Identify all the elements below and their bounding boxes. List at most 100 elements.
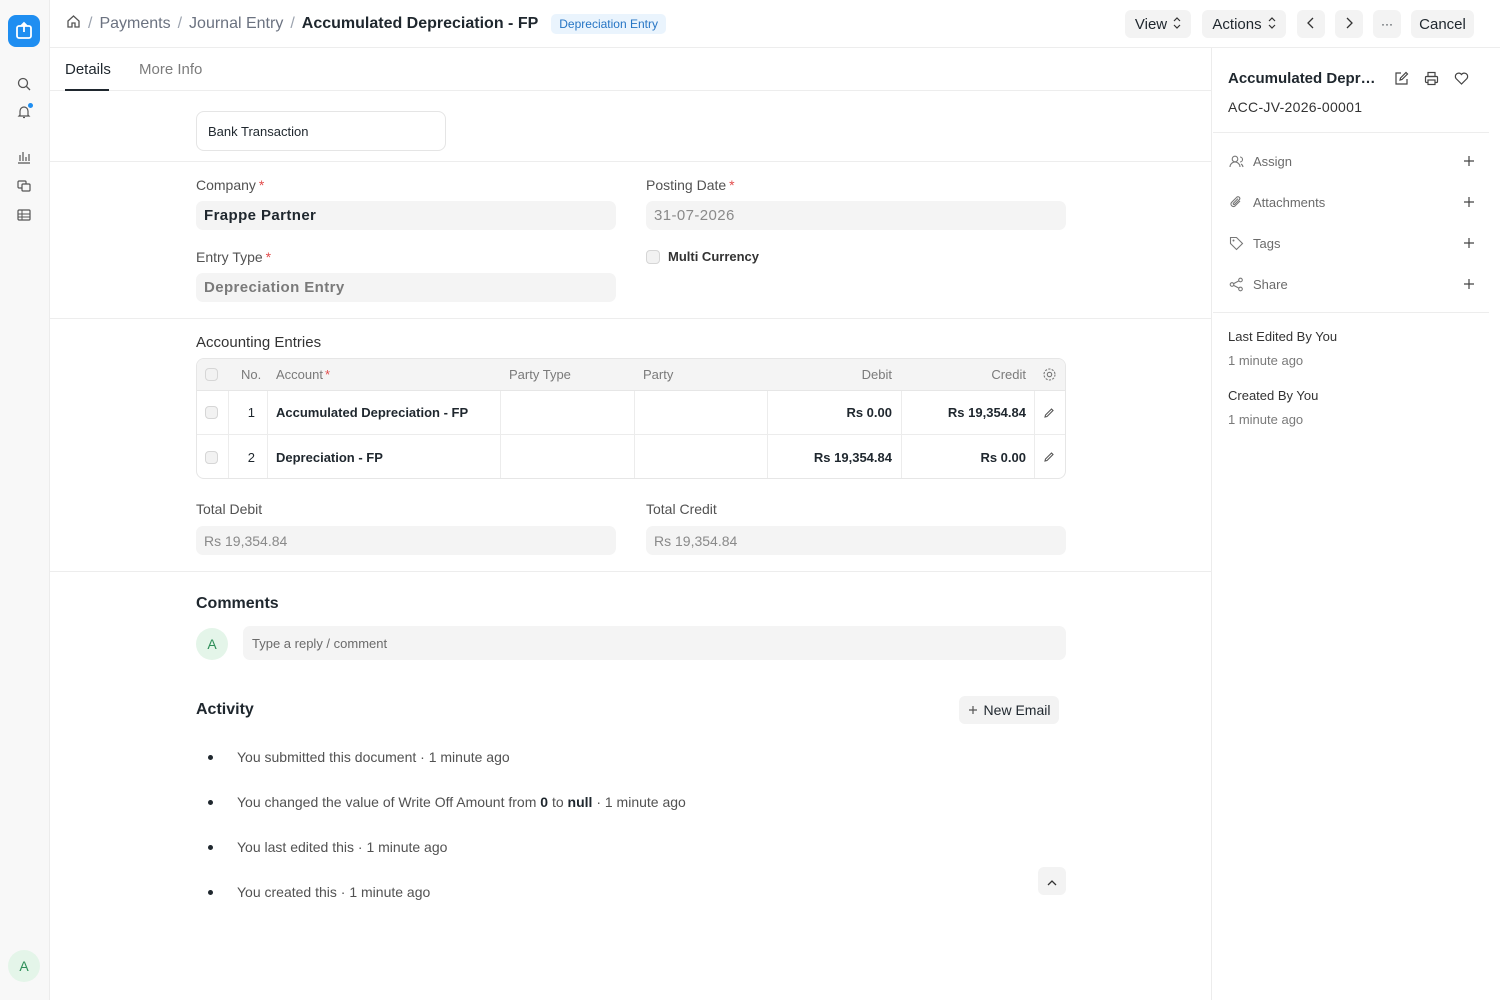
app-logo-icon[interactable] xyxy=(8,15,40,47)
scroll-to-top-button[interactable] xyxy=(1038,867,1066,895)
activity-time: · 1 minute ago xyxy=(596,794,686,810)
row-credit[interactable]: Rs 19,354.84 xyxy=(911,391,1026,434)
comments-title: Comments xyxy=(196,595,279,612)
activity-from-value: 0 xyxy=(540,794,549,810)
entry-type-label-text: Entry Type xyxy=(196,249,263,265)
col-account-text: Account xyxy=(276,367,323,382)
add-assign-plus-icon[interactable] xyxy=(1460,152,1478,170)
user-avatar[interactable]: A xyxy=(8,950,40,982)
sidebar-divider xyxy=(1213,132,1489,133)
tab-details[interactable]: Details xyxy=(65,61,111,78)
more-options-button[interactable]: ··· xyxy=(1373,10,1401,38)
edit-row-pencil-icon[interactable] xyxy=(1043,435,1055,478)
bullet xyxy=(208,754,213,760)
total-credit-label: Total Credit xyxy=(646,501,717,517)
table-row[interactable]: 1 Accumulated Depreciation - FP Rs 0.00 … xyxy=(197,391,1065,435)
comment-avatar: A xyxy=(196,628,228,660)
paperclip-icon xyxy=(1228,194,1244,210)
accounting-entries-title: Accounting Entries xyxy=(196,334,322,351)
activity-text: You last edited this xyxy=(237,839,355,855)
new-email-button[interactable]: New Email xyxy=(959,696,1059,724)
share-icon xyxy=(1228,276,1244,292)
previous-record-button[interactable] xyxy=(1297,10,1325,38)
cancel-button[interactable]: Cancel xyxy=(1411,10,1474,38)
reports-chart-icon[interactable] xyxy=(15,148,33,166)
col-credit: Credit xyxy=(991,367,1026,382)
select-all-checkbox[interactable] xyxy=(205,368,218,381)
row-checkbox[interactable] xyxy=(205,406,218,419)
edit-row-pencil-icon[interactable] xyxy=(1043,391,1055,434)
notification-dot xyxy=(28,103,33,108)
sort-arrows-icon xyxy=(1268,16,1276,33)
bank-transaction-button[interactable]: Bank Transaction xyxy=(196,111,446,151)
activity-to-value: null xyxy=(567,794,593,810)
table-header: No. Account * Party Type Party Debit Cred… xyxy=(197,359,1065,391)
row-debit[interactable]: Rs 19,354.84 xyxy=(777,435,892,478)
activity-time: · 1 minute ago xyxy=(357,839,448,855)
sidebar-attachments[interactable]: Attachments xyxy=(1228,192,1478,212)
new-email-label: New Email xyxy=(983,702,1051,718)
required-mark: * xyxy=(729,177,735,193)
posting-date-label: Posting Date * xyxy=(646,177,735,193)
edit-icon[interactable] xyxy=(1392,69,1410,87)
left-rail: A xyxy=(0,0,50,1000)
chevron-left-icon xyxy=(1307,16,1315,33)
row-account[interactable]: Depreciation - FP xyxy=(276,435,383,478)
company-field[interactable]: Frappe Partner xyxy=(196,201,616,230)
row-checkbox-cell xyxy=(205,435,218,478)
next-record-button[interactable] xyxy=(1335,10,1363,38)
print-icon[interactable] xyxy=(1422,69,1440,87)
posting-date-field[interactable]: 31-07-2026 xyxy=(646,201,1066,230)
sidebar-share[interactable]: Share xyxy=(1228,274,1478,294)
multi-currency-row: Multi Currency xyxy=(646,249,759,264)
sidebar-divider xyxy=(1213,312,1489,313)
row-credit[interactable]: Rs 0.00 xyxy=(911,435,1026,478)
home-icon[interactable] xyxy=(66,14,81,34)
entry-type-field[interactable]: Depreciation Entry xyxy=(196,273,616,302)
documents-icon[interactable] xyxy=(15,177,33,195)
breadcrumb-separator: / xyxy=(88,15,93,32)
tag-icon xyxy=(1228,235,1244,251)
total-debit-field: Rs 19,354.84 xyxy=(196,526,616,555)
add-share-plus-icon[interactable] xyxy=(1460,275,1478,293)
breadcrumb-separator: / xyxy=(290,15,295,32)
tab-more-info[interactable]: More Info xyxy=(139,61,202,78)
section-divider xyxy=(50,318,1212,319)
breadcrumb-journal-entry[interactable]: Journal Entry xyxy=(189,15,283,33)
search-icon[interactable] xyxy=(15,75,33,93)
view-dropdown-button[interactable]: View xyxy=(1125,10,1191,38)
column-divider xyxy=(901,391,902,478)
form-main: Details More Info Bank Transaction Compa… xyxy=(50,48,1212,1000)
sidebar-assign[interactable]: Assign xyxy=(1228,151,1478,171)
top-bar: / Payments / Journal Entry / Accumulated… xyxy=(50,0,1500,48)
add-tag-plus-icon[interactable] xyxy=(1460,234,1478,252)
activity-text: You submitted this document xyxy=(237,749,417,765)
column-divider xyxy=(228,391,229,478)
column-divider xyxy=(267,391,268,478)
breadcrumb-payments[interactable]: Payments xyxy=(99,15,170,33)
row-account[interactable]: Accumulated Depreciation - FP xyxy=(276,391,468,434)
column-settings-icon[interactable] xyxy=(1042,359,1057,390)
entry-type-label: Entry Type * xyxy=(196,249,271,265)
actions-dropdown-button[interactable]: Actions xyxy=(1202,10,1286,38)
select-all-checkbox-cell xyxy=(205,359,221,390)
col-party-type: Party Type xyxy=(509,367,571,382)
sidebar-tags-label: Tags xyxy=(1253,235,1281,251)
table-grid-icon[interactable] xyxy=(15,206,33,224)
col-account: Account * xyxy=(276,359,330,390)
multi-currency-checkbox[interactable] xyxy=(646,249,660,264)
required-mark: * xyxy=(258,177,265,193)
row-checkbox[interactable] xyxy=(205,450,218,464)
heart-icon[interactable] xyxy=(1452,69,1470,87)
sidebar-tags[interactable]: Tags xyxy=(1228,233,1478,253)
column-divider xyxy=(634,391,635,478)
sidebar-attachments-label: Attachments xyxy=(1253,194,1326,210)
column-divider xyxy=(1034,391,1035,478)
chevron-right-icon xyxy=(1345,16,1353,33)
add-attachment-plus-icon[interactable] xyxy=(1460,193,1478,211)
row-debit[interactable]: Rs 0.00 xyxy=(777,391,892,434)
table-row[interactable]: 2 Depreciation - FP Rs 19,354.84 Rs 0.00 xyxy=(197,435,1065,478)
notification-bell-icon[interactable] xyxy=(15,103,33,121)
col-party: Party xyxy=(643,367,674,382)
comment-input[interactable]: Type a reply / comment xyxy=(243,626,1066,660)
